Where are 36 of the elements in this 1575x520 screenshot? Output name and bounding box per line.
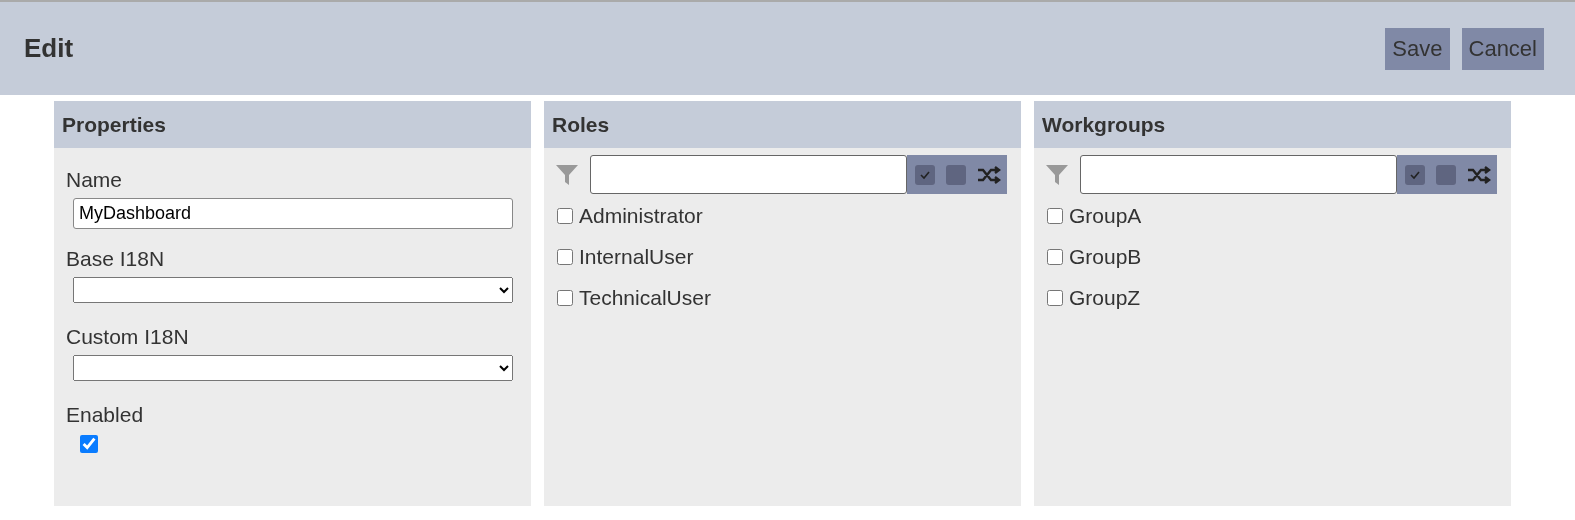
filter-field[interactable] [590, 155, 907, 194]
field-label: Enabled [66, 403, 144, 427]
page-title: Edit [24, 33, 74, 64]
uncheck-all-icon[interactable] [1436, 164, 1456, 185]
item-checkbox[interactable] [557, 249, 573, 265]
item-label: InternalUser [579, 245, 694, 269]
field-label: Custom I18N [66, 325, 189, 349]
field-label: Base I18N [66, 247, 165, 271]
enabled-checkbox[interactable] [80, 435, 98, 453]
check-all-icon[interactable] [915, 164, 935, 185]
item-checkbox[interactable] [1047, 249, 1063, 265]
item-checkbox[interactable] [1047, 208, 1063, 224]
item-label: GroupZ [1069, 286, 1141, 310]
panel-title: Roles [552, 112, 610, 137]
filter-icon [556, 164, 578, 185]
panel-title: Workgroups [1042, 112, 1166, 137]
shuffle-icon[interactable] [1467, 164, 1491, 185]
uncheck-all-icon[interactable] [946, 164, 966, 185]
header-button[interactable]: Save [1385, 27, 1450, 70]
base-i18n-dropdown[interactable] [73, 277, 513, 303]
header-button[interactable]: Cancel [1461, 27, 1544, 70]
name-field[interactable]: MyDashboard [73, 198, 513, 229]
filter-icon [1046, 164, 1068, 185]
item-checkbox[interactable] [557, 208, 573, 224]
field-label: Name [66, 168, 123, 192]
panel-title: Properties [62, 112, 166, 137]
item-label: TechnicalUser [579, 286, 711, 310]
item-label: GroupB [1069, 245, 1142, 269]
item-checkbox[interactable] [557, 290, 573, 306]
filter-field[interactable] [1080, 155, 1397, 194]
item-checkbox[interactable] [1047, 290, 1063, 306]
item-label: Administrator [579, 204, 703, 228]
custom-i18n-dropdown[interactable] [73, 355, 513, 381]
check-all-icon[interactable] [1405, 164, 1425, 185]
item-label: GroupA [1069, 204, 1142, 228]
shuffle-icon[interactable] [977, 164, 1001, 185]
